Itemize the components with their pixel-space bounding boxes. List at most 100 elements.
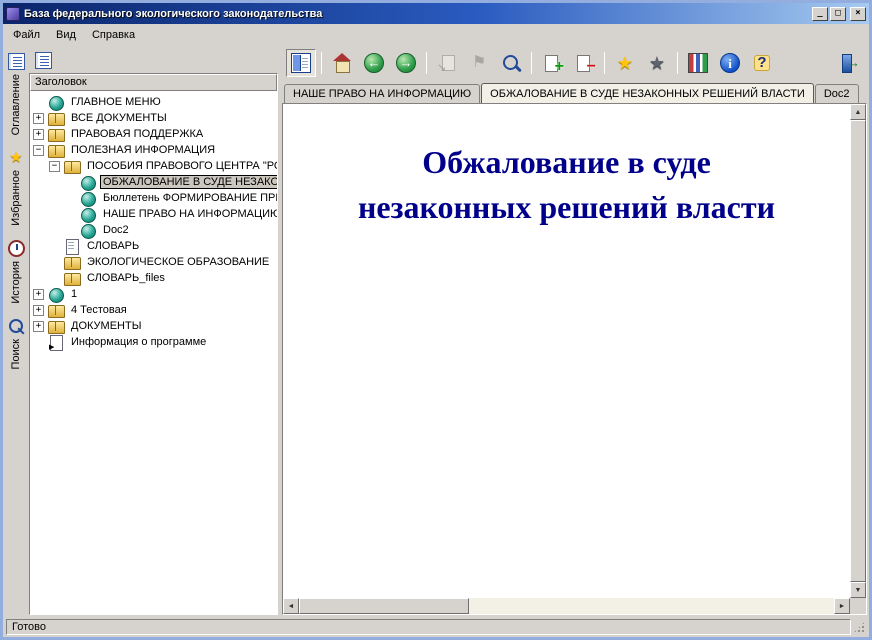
back-arrow-icon: [364, 53, 384, 73]
home-button[interactable]: [327, 49, 357, 77]
sidebar-tab-favorites[interactable]: Избранное: [8, 147, 25, 228]
sidebar-tab-history[interactable]: История: [8, 238, 25, 306]
horizontal-scroll-thumb[interactable]: [299, 598, 469, 614]
tree-item[interactable]: СЛОВАРЬ: [31, 238, 277, 254]
menu-help[interactable]: Справка: [84, 26, 143, 44]
scroll-left-icon[interactable]: ◄: [283, 598, 299, 614]
vertical-scrollbar[interactable]: ▲ ▼: [850, 104, 866, 598]
contents-panel: Заголовок ГЛАВНОЕ МЕНЮ ВСЕ ДОКУМЕНТЫ: [29, 45, 279, 617]
tree-item[interactable]: ВСЕ ДОКУМЕНТЫ: [31, 110, 277, 126]
close-button[interactable]: ×: [850, 7, 866, 21]
home-icon: [332, 53, 352, 73]
sidebar-tab-label: Избранное: [10, 170, 22, 226]
favorites-add-button[interactable]: [610, 49, 640, 77]
expander-minus-icon[interactable]: [33, 145, 44, 156]
expander-icon: [49, 273, 60, 284]
tree-item[interactable]: 4 Тестовая: [31, 302, 277, 318]
tree-item-label: ПОЛЕЗНАЯ ИНФОРМАЦИЯ: [68, 143, 218, 157]
statusbar: Готово: [3, 617, 869, 637]
tree-item[interactable]: СЛОВАРЬ_files: [31, 270, 277, 286]
window-title: База федерального экологического законод…: [24, 8, 808, 20]
search-icon: [501, 53, 521, 73]
expander-plus-icon[interactable]: [33, 129, 44, 140]
tree-item[interactable]: ДОКУМЕНТЫ: [31, 318, 277, 334]
tree-item[interactable]: Информация о программе: [31, 334, 277, 350]
horizontal-scroll-track[interactable]: [469, 598, 834, 614]
expander-icon: [65, 225, 76, 236]
forward-arrow-icon: [396, 53, 416, 73]
app-icon: [6, 7, 20, 21]
tree-item[interactable]: ПРАВОВАЯ ПОДДЕРЖКА: [31, 126, 277, 142]
question-icon: [752, 53, 772, 73]
search-button[interactable]: [496, 49, 526, 77]
contents-icon: [35, 52, 52, 69]
expander-plus-icon[interactable]: [33, 289, 44, 300]
tree-item-label: Doc2: [100, 223, 132, 237]
tab-doc2[interactable]: Doc2: [815, 84, 859, 103]
scroll-up-icon[interactable]: ▲: [850, 104, 866, 120]
tree-item[interactable]: Doc2: [31, 222, 277, 238]
sidebar-tab-search[interactable]: Поиск: [8, 316, 25, 371]
expander-icon: [65, 193, 76, 204]
horizontal-scrollbar[interactable]: ◄ ►: [283, 598, 850, 614]
tree-item[interactable]: 1: [31, 286, 277, 302]
tree-item-label: 1: [68, 287, 80, 301]
tab-obzhalovanie-active[interactable]: ОБЖАЛОВАНИЕ В СУДЕ НЕЗАКОННЫХ РЕШЕНИЙ ВЛ…: [481, 83, 814, 103]
yellow-star-icon: [615, 53, 635, 73]
menu-file[interactable]: Файл: [5, 26, 48, 44]
sidebar-tab-contents[interactable]: Оглавление: [8, 51, 25, 137]
resize-grip-icon[interactable]: [853, 621, 866, 634]
tree-item[interactable]: НАШЕ ПРАВО НА ИНФОРМАЦИЮ: [31, 206, 277, 222]
main-toolbar: [282, 45, 869, 81]
book-icon: [64, 271, 81, 286]
main-area: Оглавление Избранное История Поиск: [3, 45, 869, 617]
tree-item[interactable]: ПОЛЕЗНАЯ ИНФОРМАЦИЯ: [31, 142, 277, 158]
tree-item-selected[interactable]: ОБЖАЛОВАНИЕ В СУДЕ НЕЗАКО: [31, 174, 277, 190]
toggle-contents-button[interactable]: [286, 49, 316, 77]
back-button[interactable]: [359, 49, 389, 77]
expander-icon: [49, 241, 60, 252]
history-icon: [8, 240, 25, 257]
document-view: Обжалование в суде незаконных решений вл…: [282, 103, 867, 615]
tree-item-label: ПОСОБИЯ ПРАВОВОГО ЦЕНТРА "РО: [84, 159, 277, 173]
tree-item[interactable]: ПОСОБИЯ ПРАВОВОГО ЦЕНТРА "РО: [31, 158, 277, 174]
expander-icon: [33, 337, 44, 348]
help-button[interactable]: [747, 49, 777, 77]
forward-button[interactable]: [391, 49, 421, 77]
add-document-button[interactable]: [537, 49, 567, 77]
exit-button[interactable]: [835, 49, 865, 77]
tree-item[interactable]: ЭКОЛОГИЧЕСКОЕ ОБРАЗОВАНИЕ: [31, 254, 277, 270]
scroll-down-icon[interactable]: ▼: [850, 582, 866, 598]
scroll-right-icon[interactable]: ►: [834, 598, 850, 614]
tree-view-button[interactable]: [31, 49, 55, 71]
favorites-organize-button[interactable]: [642, 49, 672, 77]
about-button[interactable]: [715, 49, 745, 77]
contents-icon: [8, 53, 25, 70]
menu-view[interactable]: Вид: [48, 26, 84, 44]
expander-plus-icon[interactable]: [33, 113, 44, 124]
document-panel: НАШЕ ПРАВО НА ИНФОРМАЦИЮ ОБЖАЛОВАНИЕ В С…: [282, 45, 869, 617]
maximize-button[interactable]: □: [830, 7, 846, 21]
titlebar[interactable]: База федерального экологического законод…: [3, 3, 869, 24]
gray-star-icon: [647, 53, 667, 73]
status-text: Готово: [6, 619, 851, 635]
remove-document-button[interactable]: [569, 49, 599, 77]
expander-minus-icon[interactable]: [49, 161, 60, 172]
menubar: Файл Вид Справка: [3, 24, 869, 45]
vertical-scroll-thumb[interactable]: [850, 120, 866, 582]
document-body: Обжалование в суде незаконных решений вл…: [283, 104, 850, 598]
tree-item[interactable]: Бюллетень ФОРМИРОВАНИЕ ПРИ: [31, 190, 277, 206]
expander-plus-icon[interactable]: [33, 305, 44, 316]
tree-column-header[interactable]: Заголовок: [30, 74, 277, 91]
minimize-button[interactable]: _: [812, 7, 828, 21]
globe-icon: [80, 223, 97, 238]
minimize-icon: _: [817, 9, 822, 18]
tab-nashe-pravo[interactable]: НАШЕ ПРАВО НА ИНФОРМАЦИЮ: [284, 84, 480, 103]
expander-plus-icon[interactable]: [33, 321, 44, 332]
document-heading-line1: Обжалование в суде: [283, 140, 850, 185]
tree-item[interactable]: ГЛАВНОЕ МЕНЮ: [31, 94, 277, 110]
sidebar-tab-label: Оглавление: [10, 74, 22, 135]
tree-item-label: СЛОВАРЬ_files: [84, 271, 168, 285]
tree-item-label: 4 Тестовая: [68, 303, 130, 317]
view-settings-button[interactable]: [683, 49, 713, 77]
